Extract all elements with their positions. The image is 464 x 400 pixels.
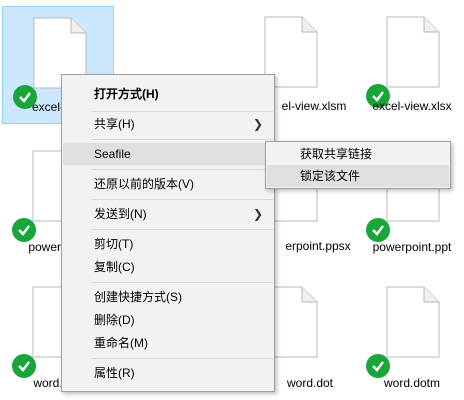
file-name: word.dotm bbox=[383, 376, 441, 390]
menu-item-open-with[interactable]: 打开方式(H) bbox=[63, 83, 273, 105]
sync-check-icon bbox=[366, 218, 390, 242]
menu-item-restore-previous[interactable]: 还原以前的版本(V) bbox=[63, 173, 273, 195]
menu-item-send-to[interactable]: 发送到(N) ❯ bbox=[63, 203, 273, 225]
menu-separator bbox=[92, 358, 273, 359]
menu-item-label: 共享(H) bbox=[94, 117, 135, 131]
menu-item-properties[interactable]: 属性(R) bbox=[63, 362, 273, 384]
context-menu: 打开方式(H) 共享(H) ❯ Seafile 还原以前的版本(V) 发送到(N)… bbox=[61, 74, 275, 392]
menu-separator bbox=[92, 282, 273, 283]
menu-item-copy[interactable]: 复制(C) bbox=[63, 256, 273, 278]
chevron-right-icon: ❯ bbox=[252, 117, 263, 131]
submenu-item-get-share-link[interactable]: 获取共享链接 bbox=[267, 143, 449, 165]
sync-check-icon bbox=[366, 354, 390, 378]
sync-check-icon bbox=[12, 354, 36, 378]
menu-item-cut[interactable]: 剪切(T) bbox=[63, 233, 273, 255]
menu-separator bbox=[92, 139, 273, 140]
menu-separator bbox=[92, 169, 273, 170]
seafile-submenu: 获取共享链接 锁定该文件 bbox=[265, 141, 451, 189]
sync-check-icon bbox=[12, 218, 36, 242]
chevron-right-icon: ❯ bbox=[252, 207, 263, 221]
document-icon bbox=[386, 286, 440, 358]
document-icon bbox=[386, 16, 440, 88]
file-name: powerpoint.ppt bbox=[372, 240, 452, 254]
file-word-dotm[interactable]: word.dotm bbox=[356, 276, 464, 394]
menu-separator bbox=[92, 199, 273, 200]
menu-item-delete[interactable]: 删除(D) bbox=[63, 309, 273, 331]
menu-item-share[interactable]: 共享(H) ❯ bbox=[63, 113, 273, 135]
file-name: excel-view.xlsx bbox=[372, 99, 452, 113]
menu-separator bbox=[92, 111, 273, 112]
menu-separator bbox=[92, 229, 273, 230]
menu-item-seafile[interactable]: Seafile bbox=[63, 143, 273, 165]
submenu-item-lock-file[interactable]: 锁定该文件 bbox=[267, 165, 449, 187]
menu-item-label: 发送到(N) bbox=[94, 207, 147, 221]
file-excel-view-xlsx[interactable]: excel-view.xlsx bbox=[356, 6, 464, 124]
menu-item-rename[interactable]: 重命名(M) bbox=[63, 332, 273, 354]
file-name: erpoint.ppsx bbox=[285, 239, 351, 253]
menu-item-create-shortcut[interactable]: 创建快捷方式(S) bbox=[63, 286, 273, 308]
